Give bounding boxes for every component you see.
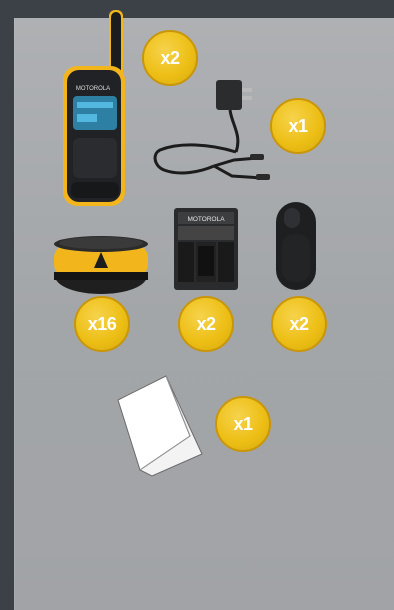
svg-text:MOTOROLA: MOTOROLA: [76, 86, 110, 92]
radio-icon: MOTOROLA: [63, 10, 125, 206]
holder-quantity-label: x2: [196, 313, 216, 334]
belt-clip-icon: [276, 202, 316, 290]
manual-quantity-badge: x1: [215, 396, 271, 452]
charger-quantity-label: x1: [288, 115, 308, 136]
battery-quantity-label: x16: [87, 313, 117, 334]
battery-quantity-badge: x16: [74, 296, 130, 352]
holder-quantity-badge: x2: [178, 296, 234, 352]
manual-quantity-label: x1: [233, 413, 253, 434]
charger-icon: [153, 80, 270, 180]
svg-text:MOTOROLA: MOTOROLA: [187, 216, 225, 223]
battery-icon: [54, 236, 148, 294]
battery-holder-icon: MOTOROLA: [174, 208, 238, 290]
clip-quantity-badge: x2: [271, 296, 327, 352]
clip-quantity-label: x2: [289, 313, 309, 334]
manual-icon: [117, 375, 203, 477]
radio-quantity-label: x2: [160, 47, 180, 68]
charger-quantity-badge: x1: [270, 98, 326, 154]
radio-quantity-badge: x2: [142, 30, 198, 86]
